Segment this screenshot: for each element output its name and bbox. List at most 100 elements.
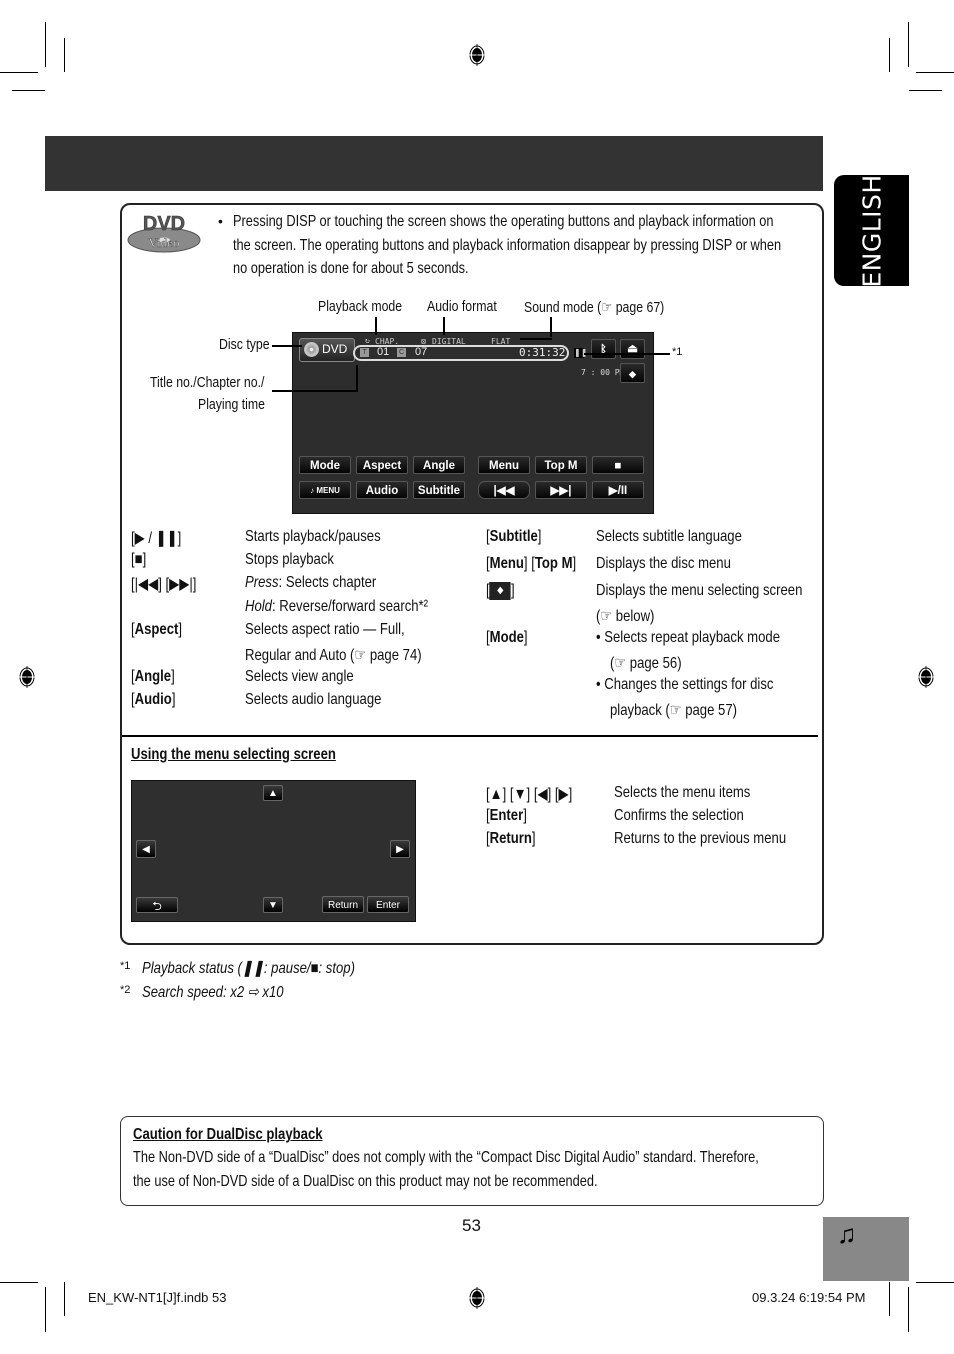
menu-select-button[interactable]: ◆ [620, 363, 645, 383]
desc-value: Regular and Auto (☞ page 74) [245, 647, 422, 664]
previous-button[interactable]: |◀◀ [478, 481, 530, 499]
desc-key-bold: Return [489, 830, 532, 847]
caution-line: The Non-DVD side of a “DualDisc” does no… [133, 1149, 759, 1166]
stop-button[interactable]: ■ [592, 456, 644, 474]
clock-text: 7 : 00 PM [581, 368, 625, 377]
desc-key: [Menu] [Top M] [486, 555, 577, 572]
desc-key-bold: Top M [534, 555, 573, 572]
desc-key: [Audio] [131, 691, 176, 708]
up-button[interactable]: ▲ [263, 785, 283, 801]
down-button[interactable]: ▼ [263, 897, 283, 913]
desc-key: [▶ / ❚❚] [131, 530, 182, 547]
aspect-button[interactable]: Aspect [356, 456, 408, 474]
desc-value: • Selects repeat playback mode [596, 629, 781, 646]
callout-line [443, 317, 445, 335]
desc-text: : Selects chapter [278, 574, 377, 591]
back-button[interactable]: ⮌ [136, 897, 178, 913]
enter-button[interactable]: Enter [367, 896, 409, 913]
section-divider [122, 735, 818, 737]
callout-footnote-ref: *1 [672, 346, 683, 358]
crop-mark [916, 1282, 954, 1283]
music-section-tab: ♫ [823, 1217, 909, 1281]
logo-top-text: DVD [143, 213, 185, 235]
crop-mark [64, 1282, 65, 1316]
bluetooth-button[interactable]: ᛒ [591, 339, 616, 359]
callout-line [272, 390, 358, 392]
desc-value: Selects aspect ratio — Full, [245, 621, 405, 638]
right-button[interactable]: ▶ [390, 840, 410, 858]
audio-button[interactable]: Audio [356, 481, 408, 499]
desc-key: [|◀◀] [▶▶|] [131, 576, 197, 593]
section-header-bar [45, 136, 823, 191]
desc-value: Displays the menu selecting screen [596, 582, 803, 599]
mode-button[interactable]: Mode [299, 456, 351, 474]
crop-mark [12, 90, 45, 91]
play-pause-button[interactable]: ▶/II [592, 481, 644, 499]
desc-value: • Changes the settings for disc [596, 676, 774, 693]
registration-mark-icon [915, 666, 937, 688]
desc-key-bold: Audio [134, 691, 172, 708]
menu-select-icon: [◆] [486, 582, 515, 600]
desc-value: Press: Selects chapter [245, 574, 376, 592]
dvd-video-logo-icon: DVD Video [127, 213, 201, 253]
desc-text: : Reverse/forward search*² [271, 598, 429, 615]
disc-icon [304, 342, 319, 357]
left-button[interactable]: ◀ [136, 840, 156, 858]
subtitle-button[interactable]: Subtitle [413, 481, 465, 499]
caution-title: Caution for DualDisc playback [133, 1126, 323, 1143]
main-menu-button[interactable]: ♪ MENU [299, 481, 351, 499]
slug-date: 09.3.24 6:19:54 PM [752, 1290, 866, 1305]
desc-key: [Return] [486, 830, 536, 847]
callout-playback-mode: Playback mode [318, 298, 403, 315]
crop-mark [889, 38, 890, 72]
angle-button[interactable]: Angle [413, 456, 465, 474]
desc-italic: Hold [245, 598, 272, 615]
desc-value: Stops playback [245, 551, 334, 568]
desc-italic: Press [245, 574, 279, 591]
callout-line [375, 317, 377, 335]
intro-bullet: • [218, 213, 223, 229]
footnote-text: Playback status (❚❚: pause/■: stop) [142, 960, 355, 977]
desc-value: (☞ page 56) [610, 655, 682, 672]
desc-key-bold: Aspect [134, 621, 179, 638]
playback-screen: DVD ↻ CHAP. ⊠ DIGITAL FLAT T 01 C 07 0:3… [292, 332, 654, 514]
top-menu-button[interactable]: Top M [535, 456, 587, 474]
callout-line [356, 365, 358, 391]
desc-value: Selects view angle [245, 668, 354, 685]
callout-sound-mode: Sound mode (☞ page 67) [524, 299, 665, 316]
page-number: 53 [462, 1216, 481, 1235]
slug-file: EN_KW-NT1[J]f.indb 53 [88, 1290, 227, 1305]
disc-type-button[interactable]: DVD [299, 338, 355, 362]
crop-mark [908, 22, 909, 67]
desc-value: Selects the menu items [614, 784, 751, 801]
disc-type-text: DVD [322, 342, 348, 356]
callout-disc-type: Disc type [219, 336, 270, 353]
intro-line: no operation is done for about 5 seconds… [233, 260, 469, 277]
crop-mark [0, 72, 38, 73]
crop-mark [64, 38, 65, 72]
callout-title-chapter: Title no./Chapter no./ [150, 374, 265, 391]
desc-key: [■] [131, 551, 147, 568]
callout-line [584, 353, 670, 355]
desc-key: [Aspect] [131, 621, 183, 638]
intro-line: Pressing DISP or touching the screen sho… [233, 213, 774, 230]
desc-value: Hold: Reverse/forward search*² [245, 598, 428, 616]
desc-value: playback (☞ page 57) [610, 702, 737, 719]
menu-section-title: Using the menu selecting screen [131, 746, 336, 763]
next-button[interactable]: ▶▶| [535, 481, 587, 499]
eject-button[interactable]: ⏏ [620, 339, 645, 359]
callout-audio-format: Audio format [427, 298, 497, 315]
crop-mark [916, 72, 954, 73]
desc-key-bold: Angle [134, 668, 172, 685]
pause-status-icon: ❚❚ [574, 348, 588, 358]
crop-mark [909, 90, 942, 91]
menu-selecting-screen: ▲ ◀ ▶ ⮌ ▼ Return Enter [131, 780, 416, 922]
callout-line [272, 345, 302, 347]
return-button[interactable]: Return [322, 896, 364, 913]
main-menu-label: MENU [316, 486, 340, 495]
footnote-mark: *2 [120, 984, 131, 996]
desc-value: Starts playback/pauses [245, 528, 381, 545]
desc-key: [Mode] [486, 629, 528, 646]
disc-menu-button[interactable]: Menu [478, 456, 530, 474]
callout-line [520, 338, 552, 340]
